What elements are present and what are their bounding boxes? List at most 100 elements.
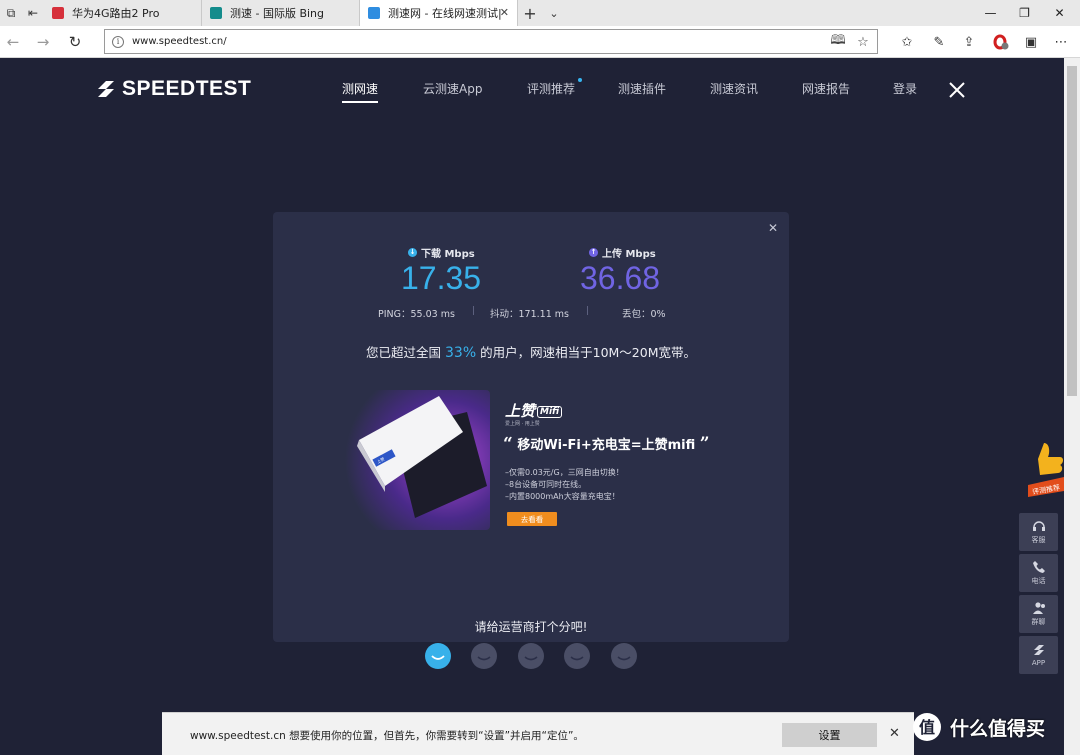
menu-close-icon[interactable]	[947, 80, 967, 100]
ad-view-button[interactable]: 去看看	[507, 512, 557, 526]
rating-face-1[interactable]	[425, 643, 451, 669]
forward-icon[interactable]: →	[30, 30, 56, 54]
ping-value: 55.03 ms	[410, 309, 455, 320]
brand-slogan: 爱上网 · 用上赞	[505, 421, 540, 427]
upload-label-text: 上传 Mbps	[602, 249, 656, 260]
favorites-hub-icon[interactable]: ✩	[894, 30, 920, 54]
tab-set-aside-icon[interactable]: ⇤	[22, 0, 44, 26]
tab-bar: ⧉ ⇤ 华为4G路由2 Pro 测速 - 国际版 Bing 测速网 - 在线网速…	[0, 0, 1080, 26]
extension-opera-icon[interactable]	[988, 30, 1014, 54]
stat-separator: |	[472, 306, 476, 316]
window-close-icon[interactable]: ✕	[1043, 0, 1076, 26]
download-value: 17.35	[401, 260, 482, 296]
tab-speedtest[interactable]: 测速网 - 在线网速测试| ✕	[360, 0, 518, 26]
rating-face-3[interactable]	[518, 643, 544, 669]
scrollbar-thumb[interactable]	[1067, 66, 1077, 396]
logo-text: SPEEDTEST	[122, 77, 252, 100]
card-close-icon[interactable]: ✕	[768, 221, 778, 235]
more-menu-icon[interactable]: ⋯	[1048, 30, 1074, 54]
nav-reviews-label: 评测推荐	[527, 82, 576, 96]
rating-title: 请给运营商打个分吧!	[474, 620, 588, 634]
rating-face-2[interactable]	[471, 643, 497, 669]
ad-feature: –8台设备可同时在线。	[505, 480, 587, 489]
download-arrow-icon: ↓	[408, 248, 417, 257]
tab-close-icon[interactable]: ✕	[500, 6, 509, 19]
headset-icon	[1032, 521, 1045, 531]
phone-button[interactable]: 电话	[1019, 554, 1058, 592]
favorite-star-icon[interactable]: ☆	[852, 33, 874, 51]
brand-name: 上赞	[505, 402, 536, 420]
watermark-text: 什么值得买	[950, 717, 1046, 740]
loss-label: 丢包：	[622, 309, 651, 320]
address-input[interactable]: i www.speedtest.cn/ 🕮 ☆	[104, 29, 878, 54]
extension-icon[interactable]: ▣	[1018, 30, 1044, 54]
upload-value: 36.68	[580, 260, 661, 296]
upload-label: ↑ 上传 Mbps	[589, 245, 656, 260]
minimize-icon[interactable]: —	[974, 0, 1007, 26]
new-tab-icon[interactable]: +	[518, 0, 542, 26]
summary-percent: 33%	[445, 345, 477, 361]
jitter-stat: 抖动：171.11 ms	[490, 306, 569, 320]
loss-stat: 丢包：0%	[622, 306, 666, 320]
back-icon[interactable]: ←	[0, 30, 26, 54]
tab-list-chevron-icon[interactable]: ⌄	[542, 0, 566, 26]
nav-login[interactable]: 登录	[893, 80, 917, 97]
tab-aside-icon[interactable]: ⧉	[0, 0, 22, 26]
bing-favicon-icon	[210, 7, 222, 19]
phone-icon	[1032, 561, 1045, 573]
speedtest-logo-icon	[98, 81, 114, 97]
location-permission-bar: www.speedtest.cn 想要使用你的位置，但首先，你需要转到“设置”并…	[162, 712, 914, 755]
rating-face-5[interactable]	[611, 643, 637, 669]
nav-speed-test[interactable]: 测网速	[342, 80, 379, 103]
nav-cloud-app[interactable]: 云测速App	[423, 80, 482, 97]
site-info-icon[interactable]: i	[112, 35, 124, 48]
open-quote-icon: “	[503, 434, 513, 454]
tab-huawei[interactable]: 华为4G路由2 Pro	[44, 0, 202, 26]
tab-label: 华为4G路由2 Pro	[72, 7, 160, 20]
rating-face-4[interactable]	[564, 643, 590, 669]
settings-button[interactable]: 设置	[782, 723, 877, 747]
nav-plugins[interactable]: 测速插件	[618, 80, 666, 97]
nav-reviews[interactable]: 评测推荐	[527, 78, 583, 97]
url-text: www.speedtest.cn/	[132, 36, 227, 47]
group-icon	[1032, 602, 1045, 614]
summary-suffix: 的用户，网速相当于10M～20M宽带。	[480, 345, 696, 360]
svg-text:值: 值	[919, 718, 935, 737]
speedtest-logo[interactable]: SPEEDTEST	[94, 77, 251, 101]
close-quote-icon: ”	[699, 434, 710, 454]
group-chat-button[interactable]: 群聊	[1019, 595, 1058, 633]
refresh-icon[interactable]: ↻	[62, 30, 88, 54]
stat-separator: |	[586, 306, 590, 316]
loss-value: 0%	[650, 309, 666, 320]
ad-title: “ 移动Wi-Fi+充电宝=上赞mifi ”	[503, 434, 710, 454]
page-content: SPEEDTEST 测网速 云测速App 评测推荐 测速插件 测速资讯 网速报告…	[0, 58, 1064, 755]
ad-feature: –内置8000mAh大容量充电宝！	[505, 492, 620, 501]
maximize-icon[interactable]: ❐	[1008, 0, 1041, 26]
nav-reports[interactable]: 网速报告	[802, 80, 850, 97]
location-message: www.speedtest.cn 想要使用你的位置，但首先，你需要转到“设置”并…	[190, 730, 584, 742]
share-icon[interactable]: ⇪	[956, 30, 982, 54]
reading-view-icon[interactable]: 🕮	[827, 33, 849, 51]
smzdm-watermark: 值 什么值得买	[912, 712, 1045, 742]
side-button-label: APP	[1031, 659, 1046, 667]
mifi-brand: 上赞 Mifi	[505, 400, 563, 421]
tab-label: 测速网 - 在线网速测试|	[388, 7, 502, 20]
ad-feature: –仅需0.03元/G，三网自由切换！	[505, 468, 624, 477]
speedtest-favicon-icon	[368, 7, 380, 19]
web-note-icon[interactable]: ✎	[926, 30, 952, 54]
upload-arrow-icon: ↑	[589, 248, 598, 257]
review-ribbon[interactable]: 评测推荐	[1026, 441, 1064, 499]
side-button-label: 客服	[1031, 536, 1046, 544]
ad-title-text: 移动Wi-Fi+充电宝=上赞mifi	[517, 438, 696, 453]
page-scrollbar[interactable]	[1064, 58, 1080, 755]
tab-bing[interactable]: 测速 - 国际版 Bing	[202, 0, 360, 26]
download-label: ↓ 下载 Mbps	[408, 245, 475, 260]
mifi-product-image[interactable]: 上赞	[345, 390, 490, 530]
summary-prefix: 您已超过全国	[366, 345, 442, 360]
app-button[interactable]: APP	[1019, 636, 1058, 674]
prompt-close-icon[interactable]: ✕	[889, 726, 900, 741]
ping-label: PING：	[378, 309, 411, 320]
nav-news[interactable]: 测速资讯	[710, 80, 758, 97]
customer-service-button[interactable]: 客服	[1019, 513, 1058, 551]
side-button-label: 电话	[1031, 577, 1046, 585]
